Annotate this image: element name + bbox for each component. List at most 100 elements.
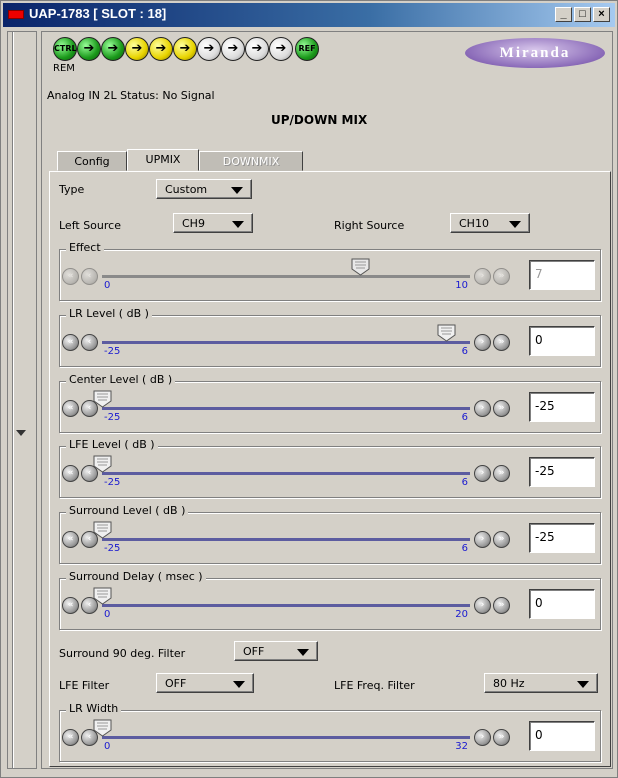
- left-source-label: Left Source: [59, 219, 121, 232]
- step-first-button: «: [62, 268, 79, 285]
- slider-group: LR Level ( dB ) «‹ -25 6 ›» 0: [59, 307, 601, 367]
- slider-group: Surround Level ( dB ) «‹ -25 6 ›» -25: [59, 504, 601, 564]
- slider-min-label: -25: [104, 543, 121, 554]
- slider-track[interactable]: [102, 736, 470, 739]
- tab-config[interactable]: Config: [57, 151, 127, 171]
- signal-led-icon[interactable]: ➔: [149, 37, 173, 61]
- step-first-button[interactable]: «: [62, 597, 79, 614]
- slider-value-field[interactable]: -25: [529, 457, 595, 487]
- window-title: UAP-1783 [ SLOT : 18]: [29, 6, 167, 21]
- slider-min-label: -25: [104, 412, 121, 423]
- slider-track[interactable]: [102, 604, 470, 607]
- type-label: Type: [59, 183, 85, 196]
- step-forward-button[interactable]: ›: [474, 400, 491, 417]
- type-dropdown[interactable]: Custom: [156, 179, 252, 199]
- ref-led-icon[interactable]: REF: [295, 37, 319, 61]
- slider-thumb[interactable]: [93, 455, 112, 473]
- slider-label: LR Width: [66, 702, 122, 715]
- signal-led-icon[interactable]: ➔: [221, 37, 245, 61]
- slider-value-field[interactable]: 0: [529, 326, 595, 356]
- slider-track[interactable]: [102, 472, 470, 475]
- slider-group: Center Level ( dB ) «‹ -25 6 ›» -25: [59, 373, 601, 433]
- step-forward-button[interactable]: ›: [474, 597, 491, 614]
- signal-led-icon[interactable]: ➔: [173, 37, 197, 61]
- step-first-button[interactable]: «: [62, 334, 79, 351]
- left-source-dropdown[interactable]: CH9: [173, 213, 253, 233]
- step-first-button[interactable]: «: [62, 400, 79, 417]
- slider-group: Surround Delay ( msec ) «‹ 0 20 ›» 0: [59, 570, 601, 630]
- minimize-button[interactable]: _: [555, 7, 572, 22]
- chevron-down-icon: [232, 221, 244, 228]
- slider-value-field[interactable]: -25: [529, 392, 595, 422]
- step-last-button[interactable]: »: [493, 400, 510, 417]
- step-back-button: ‹: [81, 268, 98, 285]
- slider-min-label: 0: [104, 280, 111, 291]
- step-last-button[interactable]: »: [493, 465, 510, 482]
- chevron-down-icon: [297, 649, 309, 656]
- close-button[interactable]: ×: [593, 7, 610, 22]
- step-forward-button[interactable]: ›: [474, 531, 491, 548]
- step-last-button[interactable]: »: [493, 531, 510, 548]
- slider-group: LR Width «‹ 0 32 ›» 0: [59, 702, 601, 762]
- chevron-down-icon: [233, 681, 245, 688]
- maximize-button[interactable]: □: [574, 7, 591, 22]
- signal-led-icon[interactable]: ➔: [269, 37, 293, 61]
- slider-track[interactable]: [102, 341, 470, 344]
- strip-divider: [12, 32, 14, 768]
- slider-value-field[interactable]: -25: [529, 523, 595, 553]
- step-back-button[interactable]: ‹: [81, 334, 98, 351]
- slider-thumb[interactable]: [93, 719, 112, 737]
- slider-label: Surround Level ( dB ): [66, 504, 189, 517]
- chevron-down-icon: [231, 187, 243, 194]
- signal-led-icon[interactable]: ➔: [77, 37, 101, 61]
- step-last-button[interactable]: »: [493, 597, 510, 614]
- lfe-freq-dropdown[interactable]: 80 Hz: [484, 673, 598, 693]
- collapse-strip[interactable]: [7, 31, 37, 769]
- signal-led-icon[interactable]: ➔: [245, 37, 269, 61]
- step-last-button: »: [493, 268, 510, 285]
- step-forward-button: ›: [474, 268, 491, 285]
- slider-thumb[interactable]: [93, 521, 112, 539]
- slider-thumb[interactable]: [93, 390, 112, 408]
- chevron-down-icon[interactable]: [16, 430, 26, 436]
- slider-min-label: 0: [104, 741, 111, 752]
- chevron-down-icon: [577, 681, 589, 688]
- lfe-filter-dropdown[interactable]: OFF: [156, 673, 254, 693]
- step-first-button[interactable]: «: [62, 729, 79, 746]
- signal-led-icon[interactable]: ➔: [101, 37, 125, 61]
- slider-track[interactable]: [102, 538, 470, 541]
- slider-value-field[interactable]: 0: [529, 721, 595, 751]
- signal-led-icon[interactable]: ➔: [197, 37, 221, 61]
- step-first-button[interactable]: «: [62, 531, 79, 548]
- ctrl-led-icon[interactable]: CTRL: [53, 37, 77, 61]
- surround90-dropdown[interactable]: OFF: [234, 641, 318, 661]
- step-last-button[interactable]: »: [493, 334, 510, 351]
- slider-thumb: [351, 258, 370, 276]
- slider-max-label: 6: [461, 477, 468, 488]
- slider-track: [102, 275, 470, 278]
- page-title: UP/DOWN MIX: [271, 113, 368, 127]
- slider-thumb[interactable]: [93, 587, 112, 605]
- status-bar: CTRL ➔ ➔ ➔ ➔ ➔ ➔ ➔ ➔ ➔ REF REM Miranda: [45, 33, 611, 85]
- tab-upmix[interactable]: UPMIX: [127, 149, 199, 171]
- slider-max-label: 6: [461, 412, 468, 423]
- title-bar[interactable]: UAP-1783 [ SLOT : 18] _ □ ×: [3, 3, 615, 27]
- step-forward-button[interactable]: ›: [474, 729, 491, 746]
- step-forward-button[interactable]: ›: [474, 334, 491, 351]
- slider-track[interactable]: [102, 407, 470, 410]
- slider-value-field[interactable]: 0: [529, 589, 595, 619]
- slider-min-label: -25: [104, 477, 121, 488]
- lfe-filter-label: LFE Filter: [59, 679, 110, 692]
- signal-led-icon[interactable]: ➔: [125, 37, 149, 61]
- slider-value-field: 7: [529, 260, 595, 290]
- chevron-down-icon: [509, 221, 521, 228]
- slider-min-label: 0: [104, 609, 111, 620]
- slider-label: LFE Level ( dB ): [66, 438, 158, 451]
- right-source-dropdown[interactable]: CH10: [450, 213, 530, 233]
- step-first-button[interactable]: «: [62, 465, 79, 482]
- step-forward-button[interactable]: ›: [474, 465, 491, 482]
- slider-group: LFE Level ( dB ) «‹ -25 6 ›» -25: [59, 438, 601, 498]
- step-last-button[interactable]: »: [493, 729, 510, 746]
- tab-downmix: DOWNMIX: [199, 151, 303, 171]
- slider-thumb[interactable]: [437, 324, 456, 342]
